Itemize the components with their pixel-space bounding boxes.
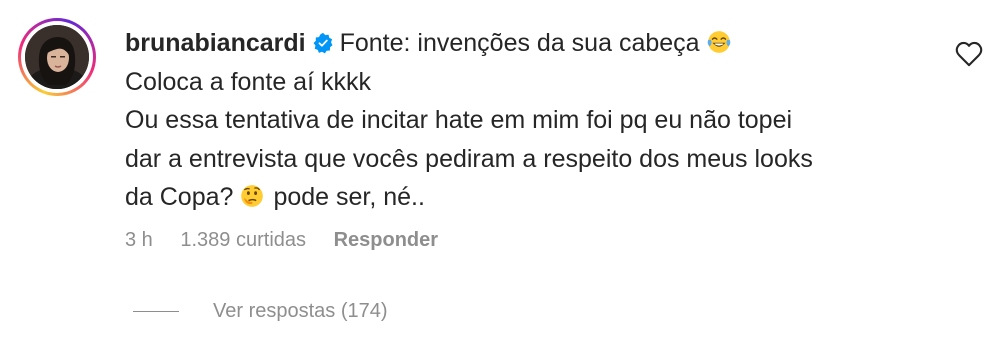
username-link[interactable]: brunabiancardi [125, 29, 306, 57]
comment-text: brunabiancardi Fonte: invenções da sua ca… [125, 24, 925, 217]
view-replies-label: Ver respostas (174) [213, 300, 388, 322]
comment: brunabiancardi Fonte: invenções da sua ca… [0, 0, 1000, 354]
reply-button[interactable]: Responder [334, 229, 438, 251]
avatar-story-ring[interactable] [18, 18, 96, 96]
comment-line-5: da Copa? pode ser, né.. [125, 178, 925, 217]
comment-line-4: dar a entrevista que vocês pediram a res… [125, 144, 813, 173]
face-with-tears-of-joy-emoji [707, 31, 730, 53]
comment-line-1: brunabiancardi Fonte: invenções da sua ca… [125, 24, 925, 63]
view-replies-button[interactable]: Ver respostas (174) [133, 297, 388, 325]
comment-likes-count[interactable]: 1.389 curtidas [180, 229, 306, 251]
comment-body: brunabiancardi Fonte: invenções da sua ca… [125, 24, 925, 217]
comment-time[interactable]: 3 h [125, 229, 153, 251]
thinking-face-emoji [241, 185, 264, 207]
comment-meta: 3 h 1.389 curtidas Responder [125, 226, 460, 254]
comment-line-5-start: da Copa? [125, 183, 234, 211]
replies-divider [133, 311, 179, 313]
verified-badge-icon [313, 32, 333, 54]
avatar-photo [25, 25, 89, 89]
avatar[interactable] [25, 25, 89, 89]
comment-line-5-end: pode ser, né.. [273, 183, 425, 211]
heart-outline-icon[interactable] [955, 41, 983, 67]
comment-line-1-text: Fonte: invenções da sua cabeça [339, 29, 700, 57]
comment-line-2: Coloca a fonte aí kkkk [125, 67, 371, 96]
comment-line-3: Ou essa tentativa de incitar hate em mim… [125, 106, 793, 134]
